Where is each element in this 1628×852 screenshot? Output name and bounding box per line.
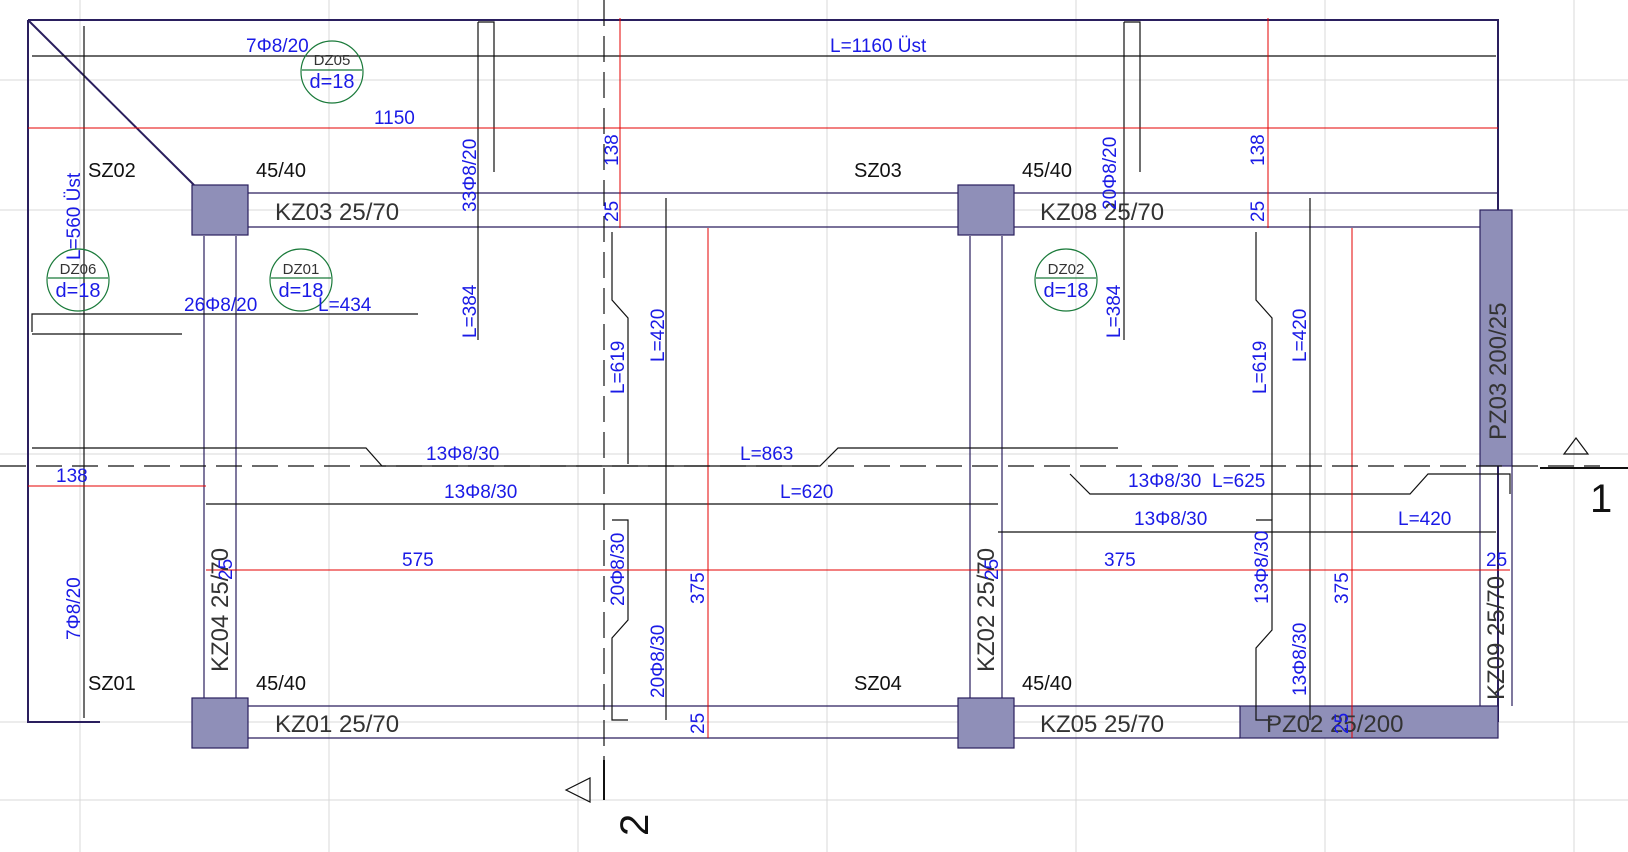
- rebar-label-13phi-d: 13Φ8/30: [1134, 509, 1207, 530]
- slab-tag-dz02-name: DZ02: [1048, 261, 1085, 278]
- rebar-label-13phi-f: 13Φ8/30: [1290, 623, 1311, 696]
- slab-tag-dz01-name: DZ01: [283, 261, 320, 278]
- dim-375-secondary: 375: [1332, 572, 1353, 604]
- beam-label-kz05: KZ05 25/70: [1040, 711, 1164, 738]
- column-label-bottom-left: 45/40: [256, 673, 306, 695]
- slab-tag-dz01-thickness: d=18: [278, 280, 323, 302]
- dim-25-kz09: 25: [1486, 550, 1507, 571]
- dim-25-kz02: 25: [982, 559, 1003, 580]
- slab-tag-dz05-thickness: d=18: [309, 71, 354, 93]
- dim-575: 575: [402, 550, 434, 571]
- rebar-label-l625: L=625: [1212, 471, 1265, 492]
- rebar-label-20phi-b: 20Φ8/30: [648, 625, 669, 698]
- rebar-label-l420-left: L=420: [648, 309, 669, 362]
- column-bottom-mid: [957, 697, 1015, 749]
- dim-25-right-top: 25: [1248, 201, 1269, 222]
- dim-375-left: 375: [688, 572, 709, 604]
- rebar-label-26phi: 26Φ8/20: [184, 295, 257, 316]
- rebar-label-13phi-b: 13Φ8/30: [444, 482, 517, 503]
- slab-label-sz01: SZ01: [88, 673, 136, 695]
- rebar-label-left-7phi: 7Φ8/20: [64, 577, 85, 640]
- beam-label-kz01: KZ01 25/70: [275, 711, 399, 738]
- rebar-label-13phi-a: 13Φ8/30: [426, 444, 499, 465]
- structural-plan-drawing: DZ05 d=18 DZ06 d=18 DZ01 d=18 DZ02 d=18 …: [0, 0, 1628, 852]
- rebar-label-l863: L=863: [740, 444, 793, 465]
- slab-label-sz02: SZ02: [88, 160, 136, 182]
- dim-25-bottom-right: 25: [1332, 713, 1353, 734]
- rebar-label-20phi-a: 20Φ8/30: [608, 533, 629, 606]
- beam-label-kz03: KZ03 25/70: [275, 199, 399, 226]
- section-number-2: 2: [613, 814, 657, 836]
- rebar-label-top-length: L=1160 Üst: [830, 36, 927, 57]
- rebar-label-l420-right: L=420: [1290, 309, 1311, 362]
- dim-138-left-top: 138: [602, 134, 623, 166]
- rebar-label-33phi: 33Φ8/20: [460, 139, 481, 212]
- slab-label-sz03: SZ03: [854, 160, 902, 182]
- rebar-label-l619-left: L=619: [608, 341, 629, 394]
- section-marker-1: [1562, 437, 1590, 455]
- dim-25-left-top: 25: [602, 201, 623, 222]
- dim-1150: 1150: [374, 108, 415, 129]
- rebar-label-l619-right: L=619: [1250, 341, 1271, 394]
- rebar-label-20phi-top: 20Φ8/20: [1100, 137, 1121, 210]
- rebar-label-l384-right: L=384: [1104, 284, 1125, 338]
- slab-tag-dz05-name: DZ05: [314, 52, 351, 69]
- rebar-label-left-length: L=560 Üst: [64, 172, 85, 260]
- rebar-label-l620: L=620: [780, 482, 833, 503]
- section-number-1: 1: [1590, 477, 1612, 521]
- rebar-label-l420-bottom: L=420: [1398, 509, 1451, 530]
- beam-label-kz09: KZ09 25/70: [1483, 576, 1510, 700]
- slab-tag-dz06-thickness: d=18: [55, 280, 100, 302]
- rebar-label-l384-left: L=384: [460, 284, 481, 338]
- section-lines: [0, 0, 1628, 803]
- slab-outline: [27, 19, 1499, 723]
- dim-25-kz04: 25: [216, 559, 237, 580]
- dim-138-right-top: 138: [1248, 134, 1269, 166]
- slab-label-sz04: SZ04: [854, 673, 902, 695]
- rebar-label-13phi-e: 13Φ8/30: [1252, 531, 1273, 604]
- slab-tag-dz06-name: DZ06: [60, 261, 97, 278]
- rebar-label-top-7phi: 7Φ8/20: [246, 36, 309, 57]
- rebar-lines: [31, 21, 1511, 721]
- rebar-label-l434: L=434: [318, 295, 372, 316]
- dim-375-mid: 375: [1104, 550, 1136, 571]
- beam-label-pz03: PZ03 200/25: [1485, 303, 1512, 440]
- dim-25-bottom-left: 25: [688, 713, 709, 734]
- dim-138-left: 138: [56, 466, 88, 487]
- column-label-top-mid: 45/40: [1022, 160, 1072, 182]
- column-label-bottom-mid: 45/40: [1022, 673, 1072, 695]
- column-top-left: [191, 184, 249, 236]
- column-bottom-left: [191, 697, 249, 749]
- column-label-top-left: 45/40: [256, 160, 306, 182]
- dimension-lines: [28, 18, 1510, 738]
- rebar-label-13phi-c: 13Φ8/30: [1128, 471, 1201, 492]
- column-top-mid: [957, 184, 1015, 236]
- slab-tag-dz02-thickness: d=18: [1043, 280, 1088, 302]
